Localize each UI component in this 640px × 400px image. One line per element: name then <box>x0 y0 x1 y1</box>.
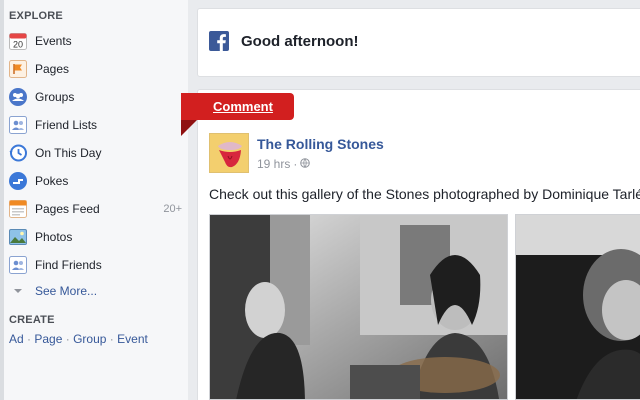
post-meta: 19 hrs · <box>257 157 311 171</box>
sidebar-item-label: Pages Feed <box>35 202 100 216</box>
comment-button[interactable]: Comment <box>181 93 294 120</box>
post-photo-1[interactable] <box>209 214 508 400</box>
friend-list-icon <box>9 116 27 134</box>
separator: · <box>109 332 114 346</box>
photo-image <box>516 215 640 399</box>
post-text: Check out this gallery of the Stones pho… <box>209 186 640 202</box>
calendar-icon: 20 <box>9 32 27 50</box>
create-links: Ad · Page · Group · Event <box>9 332 148 346</box>
see-more-label: See More... <box>35 284 98 298</box>
sidebar-item-on-this-day[interactable]: On This Day <box>4 141 188 165</box>
sidebar-item-label: Events <box>35 34 72 48</box>
create-page-link[interactable]: Page <box>34 332 62 346</box>
groups-icon <box>9 88 27 106</box>
sidebar-item-label: Pages <box>35 62 70 76</box>
sidebar-item-label: Friend Lists <box>35 118 98 132</box>
separator: · <box>293 157 298 171</box>
sidebar-item-photos[interactable]: Photos <box>4 225 188 249</box>
sidebar-item-events[interactable]: 20 Events <box>4 29 188 53</box>
sidebar-item-label: Groups <box>35 90 75 104</box>
post-author-link[interactable]: The Rolling Stones <box>257 136 384 152</box>
sidebar-item-label: Photos <box>35 230 73 244</box>
chevron-down-icon <box>9 282 27 300</box>
sidebar-item-find-friends[interactable]: Find Friends <box>4 253 188 277</box>
find-friends-icon <box>9 256 27 274</box>
photo-icon <box>9 228 27 246</box>
clock-icon <box>9 144 27 162</box>
create-event-link[interactable]: Event <box>117 332 148 346</box>
sidebar-item-pages[interactable]: Pages <box>4 57 188 81</box>
greeting-card: Good afternoon! <box>197 8 640 77</box>
photo-image <box>210 215 507 399</box>
separator: · <box>27 332 32 346</box>
page-avatar[interactable] <box>209 133 249 173</box>
create-heading: CREATE <box>9 314 55 326</box>
post-timestamp[interactable]: 19 hrs <box>257 157 290 171</box>
separator: · <box>65 332 70 346</box>
pages-feed-icon <box>9 200 27 218</box>
sidebar-item-friend-lists[interactable]: Friend Lists <box>4 113 188 137</box>
pages-feed-count: 20+ <box>163 203 182 215</box>
explore-heading: EXPLORE <box>9 10 63 22</box>
create-ad-link[interactable]: Ad <box>9 332 24 346</box>
see-more-link[interactable]: See More... <box>4 279 188 303</box>
rolling-stones-tongue-icon <box>210 134 248 172</box>
left-sidebar: EXPLORE 20 Events Pages Groups Friend Li… <box>0 0 188 400</box>
sidebar-item-groups[interactable]: Groups <box>4 85 188 109</box>
greeting-text: Good afternoon! <box>241 33 359 50</box>
sidebar-item-label: On This Day <box>35 146 102 160</box>
ribbon-fold <box>181 120 197 136</box>
sidebar-item-pages-feed[interactable]: Pages Feed 20+ <box>4 197 188 221</box>
calendar-date: 20 <box>13 40 23 50</box>
globe-icon <box>300 157 311 171</box>
comment-label: Comment <box>213 99 273 114</box>
facebook-logo-icon <box>209 31 229 51</box>
poke-icon <box>9 172 27 190</box>
sidebar-item-label: Pokes <box>35 174 69 188</box>
create-group-link[interactable]: Group <box>73 332 106 346</box>
sidebar-item-label: Find Friends <box>35 258 102 272</box>
sidebar-item-pokes[interactable]: Pokes <box>4 169 188 193</box>
post-photo-2[interactable] <box>515 214 640 400</box>
flag-icon <box>9 60 27 78</box>
